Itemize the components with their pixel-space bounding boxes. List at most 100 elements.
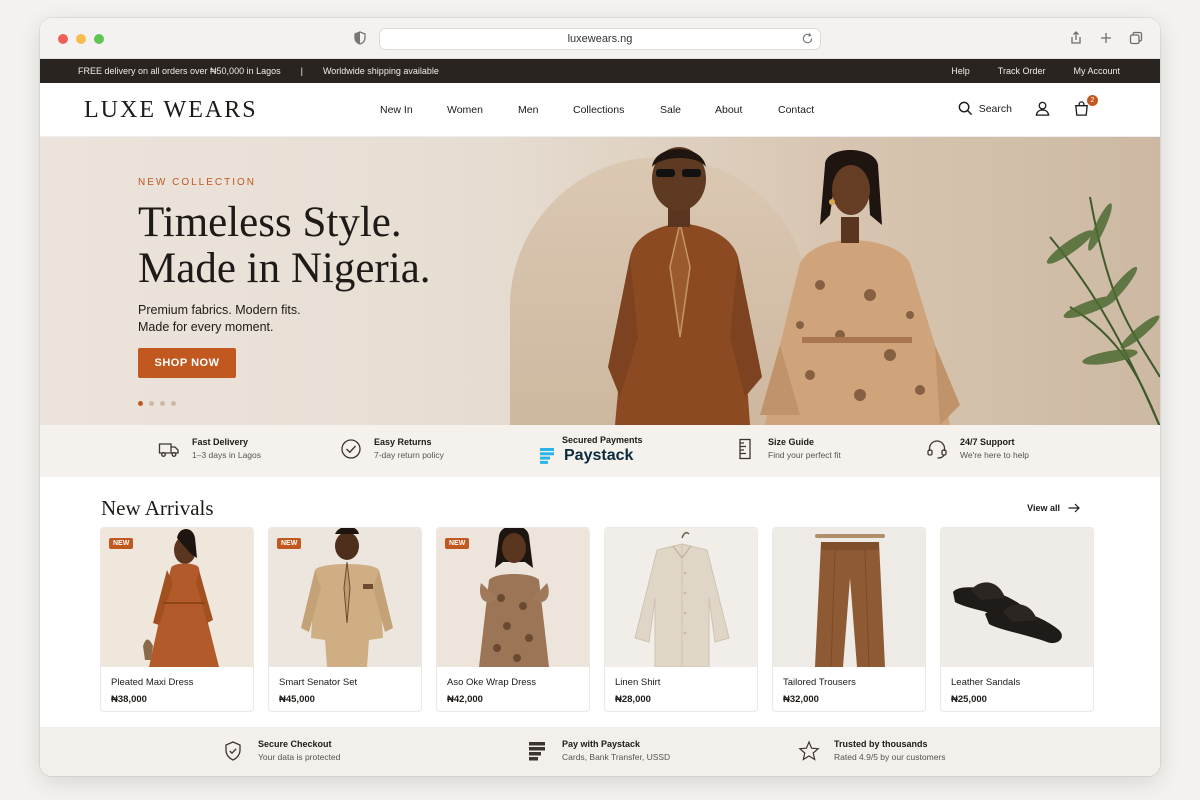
product-card[interactable]: NEW Aso Oke Wrap Dress ₦42,000 xyxy=(436,527,590,712)
feature-subtitle: We're here to help xyxy=(960,450,1030,460)
paystack-wordmark: Paystack xyxy=(564,447,634,464)
feature-fast-delivery: Fast Delivery 1–3 days in Lagos xyxy=(158,437,261,460)
announcement-bar: FREE delivery on all orders over ₦50,000… xyxy=(40,59,1160,83)
share-icon[interactable] xyxy=(1068,30,1084,46)
hero-headline-line-2: Made in Nigeria. xyxy=(138,245,431,292)
trousers-illustration xyxy=(815,534,885,667)
arrow-right-icon xyxy=(1068,503,1080,513)
hero-headline-line-1: Timeless Style. xyxy=(138,199,402,246)
trust-subtitle: Your data is protected xyxy=(258,752,341,762)
cart-button[interactable]: 2 xyxy=(1073,95,1098,117)
product-card[interactable]: NEW Pleated Maxi Dress ₦38,000 xyxy=(100,527,254,712)
nav-sale[interactable]: Sale xyxy=(660,104,715,116)
trust-title: Secure Checkout xyxy=(258,739,332,749)
new-arrivals-heading: New Arrivals xyxy=(101,496,214,520)
product-image xyxy=(605,528,757,667)
product-price: ₦32,000 xyxy=(783,694,819,705)
product-price: ₦45,000 xyxy=(279,694,315,705)
feature-easy-returns: Easy Returns 7-day return policy xyxy=(340,437,444,460)
maximize-window-button[interactable] xyxy=(94,34,104,44)
close-window-button[interactable] xyxy=(58,34,68,44)
hero-banner: NEW COLLECTION Timeless Style. Made in N… xyxy=(40,137,1160,425)
browser-window: luxewears.ng FREE delivery on all orders… xyxy=(40,18,1160,776)
feature-support[interactable]: 24/7 Support We're here to help xyxy=(926,437,1029,460)
hero-subtitle-line-2: Made for every moment. xyxy=(138,320,274,334)
product-name: Tailored Trousers xyxy=(783,677,856,688)
cart-count-badge: 2 xyxy=(1087,95,1098,106)
worldwide-shipping-notice: Worldwide shipping available xyxy=(322,66,439,76)
feature-title: Fast Delivery xyxy=(192,437,249,447)
minimize-window-button[interactable] xyxy=(76,34,86,44)
carousel-dot[interactable] xyxy=(149,401,154,406)
my-account-link[interactable]: My Account xyxy=(1073,66,1120,76)
search-button[interactable]: Search xyxy=(957,100,1012,117)
privacy-shield-icon[interactable] xyxy=(354,31,366,45)
main-nav: New In Women Men Collections Sale About … xyxy=(380,104,814,116)
product-name: Aso Oke Wrap Dress xyxy=(447,677,537,688)
browser-actions xyxy=(1068,30,1144,46)
search-icon xyxy=(958,101,972,116)
trust-rating: Trusted by thousands Rated 4.9/5 by our c… xyxy=(798,739,946,762)
window-controls xyxy=(58,34,104,44)
nav-contact[interactable]: Contact xyxy=(778,104,814,116)
shield-check-icon xyxy=(225,740,241,761)
carousel-dots xyxy=(138,401,176,406)
browser-toolbar: luxewears.ng xyxy=(40,18,1160,59)
product-name: Smart Senator Set xyxy=(279,677,358,688)
nav-about[interactable]: About xyxy=(715,104,778,116)
site-logo[interactable]: LUXE WEARS xyxy=(84,97,258,124)
header-tools: Search 2 xyxy=(957,95,1098,117)
tab-overview-icon[interactable] xyxy=(1128,30,1144,46)
trust-paystack: Pay with Paystack Cards, Bank Transfer, U… xyxy=(526,739,670,762)
trust-title: Pay with Paystack xyxy=(562,739,641,749)
free-delivery-notice: FREE delivery on all orders over ₦50,000… xyxy=(78,66,281,76)
carousel-dot[interactable] xyxy=(171,401,176,406)
product-card[interactable]: Tailored Trousers ₦32,000 xyxy=(772,527,926,712)
nav-women[interactable]: Women xyxy=(447,104,518,116)
account-icon[interactable] xyxy=(1034,100,1051,117)
product-card[interactable]: Leather Sandals ₦25,000 xyxy=(940,527,1094,712)
track-order-link[interactable]: Track Order xyxy=(998,66,1046,76)
product-name: Linen Shirt xyxy=(615,677,661,688)
reload-icon[interactable] xyxy=(801,32,814,45)
product-card[interactable]: NEW Smart Senator Set ₦45,000 xyxy=(268,527,422,712)
feature-title: 24/7 Support xyxy=(960,437,1015,447)
feature-title: Easy Returns xyxy=(374,437,432,447)
new-tab-icon[interactable] xyxy=(1098,30,1114,46)
nav-collections[interactable]: Collections xyxy=(573,104,660,116)
trust-title: Trusted by thousands xyxy=(834,739,928,749)
help-link[interactable]: Help xyxy=(951,66,970,76)
address-bar[interactable]: luxewears.ng xyxy=(379,28,821,50)
product-image xyxy=(941,528,1093,667)
plant-decoration xyxy=(1046,196,1160,425)
product-image xyxy=(773,528,925,667)
new-badge: NEW xyxy=(277,538,302,549)
carousel-dot[interactable] xyxy=(138,401,143,406)
new-badge: NEW xyxy=(445,538,470,549)
view-all-link[interactable]: View all xyxy=(1027,503,1080,513)
url-text: luxewears.ng xyxy=(567,33,633,45)
carousel-dot[interactable] xyxy=(160,401,165,406)
nav-new-in[interactable]: New In xyxy=(380,104,447,116)
product-card[interactable]: Linen Shirt ₦28,000 xyxy=(604,527,758,712)
hero-eyebrow: NEW COLLECTION xyxy=(138,177,257,188)
nav-men[interactable]: Men xyxy=(518,104,573,116)
feature-strip: Fast Delivery 1–3 days in Lagos Easy Retu… xyxy=(40,425,1160,477)
product-price: ₦25,000 xyxy=(951,694,987,705)
feature-subtitle: 7-day return policy xyxy=(374,450,444,460)
site-header: LUXE WEARS New In Women Men Collections … xyxy=(40,83,1160,137)
paystack-icon xyxy=(529,741,545,760)
trust-subtitle: Rated 4.9/5 by our customers xyxy=(834,752,946,762)
paystack-logo-icon xyxy=(540,448,554,464)
truck-icon xyxy=(158,442,179,457)
feature-subtitle: 1–3 days in Lagos xyxy=(192,450,261,460)
feature-size-guide[interactable]: Size Guide Find your perfect fit xyxy=(734,437,841,460)
product-price: ₦28,000 xyxy=(615,694,651,705)
search-label: Search xyxy=(978,102,1012,115)
hero-subtitle: Premium fabrics. Modern fits. Made for e… xyxy=(138,302,498,336)
shop-now-button[interactable]: SHOP NOW xyxy=(138,348,236,378)
trust-subtitle: Cards, Bank Transfer, USSD xyxy=(562,752,671,762)
hero-subtitle-line-1: Premium fabrics. Modern fits. xyxy=(138,303,301,317)
product-image: NEW xyxy=(101,528,253,667)
new-badge: NEW xyxy=(109,538,134,549)
